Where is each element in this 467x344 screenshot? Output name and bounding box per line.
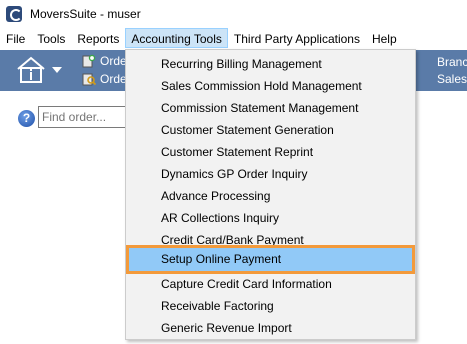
menu-item-commission-statement-management[interactable]: Commission Statement Management [129, 97, 412, 119]
toolbar-order-button-1[interactable]: Orde [82, 53, 127, 69]
title-bar: MoversSuite - muser [0, 0, 467, 27]
menu-item-customer-statement-generation[interactable]: Customer Statement Generation [129, 119, 412, 141]
menu-help[interactable]: Help [366, 28, 403, 48]
toolbar-sales-label: Sales [437, 72, 467, 86]
order-icon [82, 54, 96, 68]
menu-reports[interactable]: Reports [71, 28, 125, 48]
menu-item-ar-collections-inquiry[interactable]: AR Collections Inquiry [129, 207, 412, 229]
menu-tools[interactable]: Tools [31, 28, 71, 48]
menu-item-recurring-billing-management[interactable]: Recurring Billing Management [129, 53, 412, 75]
menu-item-generic-revenue-import[interactable]: Generic Revenue Import [129, 317, 412, 339]
chevron-down-icon[interactable] [52, 67, 62, 73]
menu-item-setup-online-payment[interactable]: Setup Online Payment [126, 245, 415, 274]
order-search-icon [82, 73, 96, 86]
toolbar-order-label-1: Orde [100, 54, 127, 68]
toolbar-order-label-2: Orde [100, 72, 127, 86]
menu-third-party-applications[interactable]: Third Party Applications [228, 28, 366, 48]
menu-file[interactable]: File [0, 28, 31, 48]
menu-item-customer-statement-reprint[interactable]: Customer Statement Reprint [129, 141, 412, 163]
help-icon[interactable]: ? [18, 110, 35, 127]
find-order-input[interactable] [38, 106, 134, 128]
menu-accounting-tools[interactable]: Accounting Tools [125, 28, 228, 48]
window-title: MoversSuite - muser [30, 6, 141, 21]
home-info-icon[interactable] [16, 56, 46, 84]
menu-item-capture-credit-card-information[interactable]: Capture Credit Card Information [129, 273, 412, 295]
accounting-tools-menu: Recurring Billing Management Sales Commi… [125, 49, 416, 340]
toolbar-order-button-2[interactable]: Orde [82, 71, 127, 87]
menu-item-dynamics-gp-order-inquiry[interactable]: Dynamics GP Order Inquiry [129, 163, 412, 185]
menu-item-receivable-factoring[interactable]: Receivable Factoring [129, 295, 412, 317]
toolbar-branch-label: Branc [437, 55, 467, 69]
menu-item-sales-commission-hold-management[interactable]: Sales Commission Hold Management [129, 75, 412, 97]
menu-bar: File Tools Reports Accounting Tools Thir… [0, 27, 467, 49]
app-icon [6, 5, 22, 22]
menu-item-advance-processing[interactable]: Advance Processing [129, 185, 412, 207]
